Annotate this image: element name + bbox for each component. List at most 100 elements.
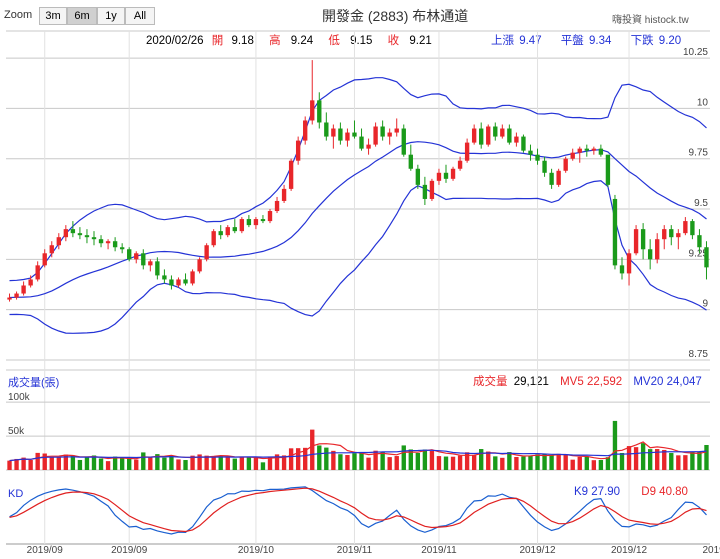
volume-bar — [28, 459, 33, 470]
volume-bar — [239, 456, 245, 470]
candle-body — [288, 160, 294, 189]
candle-body — [148, 261, 153, 266]
candle-body — [373, 126, 378, 145]
candle-body — [479, 128, 484, 145]
volume-bar — [119, 457, 125, 470]
candle-body — [338, 128, 343, 141]
volume-bar — [662, 449, 667, 470]
candle-body — [556, 170, 561, 185]
candle-body — [697, 235, 702, 248]
candle-body — [387, 132, 392, 137]
candle-body — [232, 227, 237, 232]
x-tick-label: 2019/10 — [238, 545, 275, 556]
candle-body — [394, 128, 399, 133]
candle-body — [162, 275, 167, 280]
volume-bar — [77, 459, 83, 470]
volume-bar — [394, 456, 399, 470]
candle-body — [704, 247, 709, 268]
volume-bar — [331, 450, 336, 470]
candle-body — [197, 259, 202, 272]
price-tick-label: 8.75 — [689, 349, 709, 360]
volume-bar — [183, 460, 188, 470]
candle-body — [683, 221, 688, 234]
candle-body — [98, 239, 104, 244]
volume-bar — [612, 420, 618, 470]
candle-body — [669, 229, 674, 238]
volume-bar — [14, 458, 19, 470]
candle-body — [127, 249, 132, 260]
volume-bar — [324, 447, 329, 470]
candle-body — [598, 148, 604, 155]
candle-body — [415, 168, 421, 185]
candle-body — [119, 247, 125, 250]
volume-bar — [70, 455, 76, 470]
candle-body — [267, 211, 273, 222]
candle-body — [225, 227, 230, 236]
volume-bar — [49, 457, 54, 470]
candle-body — [295, 140, 301, 161]
price-tick-label: 9.75 — [689, 148, 709, 159]
volume-bar — [605, 457, 611, 470]
volume-bar — [697, 451, 702, 470]
volume-bar — [704, 444, 709, 470]
candle-body — [183, 279, 188, 284]
x-tick-label: 2019/09 — [111, 545, 148, 556]
volume-bar — [514, 456, 519, 470]
candle-body — [493, 126, 498, 137]
volume-bar — [556, 453, 561, 470]
volume-bar — [267, 457, 273, 470]
candle-body — [640, 229, 646, 250]
candle-body — [408, 154, 413, 169]
volume-bar — [176, 459, 181, 470]
candle-body — [422, 184, 428, 199]
chart-root: Zoom 3m 6m 1y All 開發金 (2883) 布林通道 嗨投資 hi… — [0, 0, 720, 559]
candle-body — [486, 126, 491, 145]
candle-body — [471, 128, 477, 143]
volume-bar — [148, 457, 153, 470]
volume-bar — [521, 456, 526, 470]
candle-body — [253, 219, 259, 226]
volume-bar — [493, 456, 498, 470]
candle-body — [21, 285, 26, 294]
candle-body — [542, 160, 547, 173]
candle-body — [345, 132, 350, 141]
volume-bar — [528, 455, 533, 470]
candle-body — [42, 253, 47, 266]
x-tick-label: 2019/12 — [611, 545, 648, 556]
candle-body — [190, 271, 195, 284]
volume-bar — [127, 458, 132, 470]
volume-bar — [253, 458, 259, 470]
volume-bar — [352, 453, 357, 470]
volume-tick-label: 100k — [8, 392, 31, 403]
candle-body — [591, 148, 597, 151]
volume-bar — [218, 456, 223, 470]
volume-bar — [415, 453, 421, 470]
candle-body — [281, 188, 287, 201]
candle-body — [619, 265, 625, 274]
volume-bar — [211, 456, 216, 470]
candle-body — [662, 229, 667, 240]
volume-bar — [98, 458, 104, 470]
volume-bar — [56, 457, 61, 470]
x-tick-label: 2019/11 — [337, 545, 373, 556]
candle-body — [155, 261, 160, 276]
volume-tick-label: 50k — [8, 426, 25, 437]
price-tick-label: 10 — [697, 97, 709, 108]
volume-bar — [366, 457, 371, 470]
candle-body — [507, 128, 512, 143]
volume-bar — [91, 455, 97, 470]
candle-body — [352, 132, 357, 137]
candle-body — [260, 219, 266, 222]
volume-bar — [619, 452, 625, 470]
volume-bar — [479, 449, 484, 470]
candle-body — [239, 219, 245, 232]
volume-bar — [35, 452, 40, 470]
bollinger-lower-line — [9, 180, 707, 334]
volume-bar — [401, 445, 406, 470]
candle-body — [105, 241, 111, 244]
volume-bar — [225, 457, 230, 470]
volume-bar — [317, 445, 322, 470]
volume-bar — [570, 459, 575, 470]
volume-bar — [436, 456, 442, 470]
volume-bar — [640, 443, 646, 470]
